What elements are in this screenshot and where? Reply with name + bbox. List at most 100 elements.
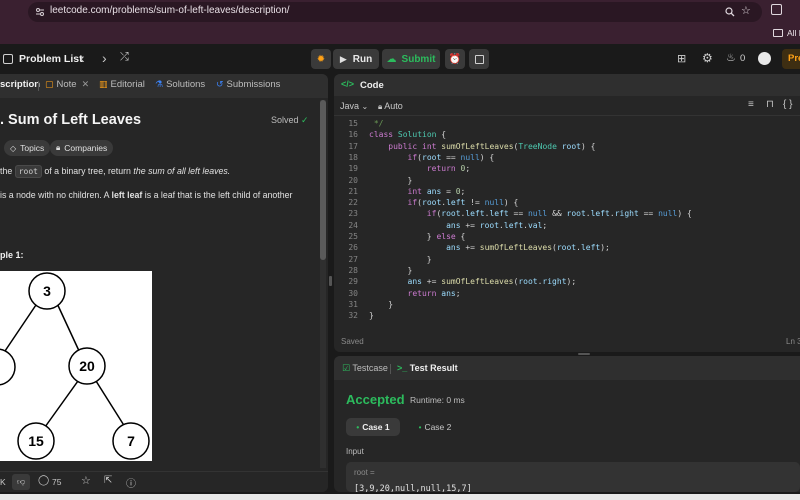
code-line[interactable]: 32} [334,310,800,321]
code-line[interactable]: 22 if(root.left != null) { [334,197,800,208]
desc-text: is a leaf that is the left child of anot… [144,190,293,200]
line-code: ans += sumOfLeftLeaves(root.left); [446,243,610,253]
line-code: } [369,265,413,275]
chevron-down-icon: ⌄ [361,102,369,111]
code-line[interactable]: 15 */ [334,118,800,129]
solved-label: Solved [271,115,299,125]
saved-status: Saved [341,337,364,346]
run-button[interactable]: ▶ Run [333,49,379,69]
case-1-button[interactable]: • Case 1 [346,418,400,436]
language-label: Java [340,101,360,111]
code-line[interactable]: 16 class Solution { [334,129,800,140]
star-icon[interactable]: ☆ [81,474,91,487]
tree-node-label: 20 [79,358,95,374]
line-code: public int sumOfLeftLeaves(TreeNode root… [388,141,596,151]
desc-emphasis: the sum of all left leaves. [133,166,231,176]
tab-testcase[interactable]: ☑ Testcase [342,363,388,374]
runtime-text: Runtime: 0 ms [410,395,465,405]
language-select[interactable]: Java ⌄ [340,101,368,111]
extensions-icon[interactable] [771,4,782,15]
next-problem-icon[interactable]: › [102,50,107,66]
line-number: 28 [348,265,358,275]
code-line[interactable]: 17 public int sumOfLeftLeaves(TreeNode r… [334,141,800,152]
problem-list-link[interactable]: Problem List [19,53,83,65]
submit-button[interactable]: ☁ Submit [382,49,440,69]
tab-description[interactable]: scription [0,79,40,90]
code-line[interactable]: 29 ans += sumOfLeftLeaves(root.right); [334,276,800,287]
help-icon[interactable]: ⓘ [126,475,136,490]
line-number: 21 [348,186,358,196]
format-icon[interactable]: ≡ [748,99,754,110]
comments-count[interactable]: 75 [52,477,61,487]
desc-text: of a binary tree, return [44,166,131,176]
code-line[interactable]: 25 } else { [334,231,800,242]
prev-problem-icon[interactable]: ‹ [80,50,85,66]
code-line[interactable]: 26 ans += sumOfLeftLeaves(root.left); [334,242,800,253]
code-line[interactable]: 23 if(root.left.left == null && root.lef… [334,208,800,219]
desc-text: the [0,166,13,176]
case-1-label: Case 1 [362,422,390,432]
premium-button[interactable]: Pre [782,49,800,69]
code-editor[interactable]: 15 */16 class Solution {17 public int sum… [334,118,800,328]
code-line[interactable]: 31 } [334,299,800,310]
description-tabs: scription ▢ Note ✕ ▥ Editorial ⚗ Solutio… [0,74,328,98]
input-box[interactable]: root = [3,9,20,null,null,15,7] [346,462,800,492]
code-line[interactable]: 18 if(root == null) { [334,152,800,163]
terminal-icon: >_ [397,363,408,373]
tab-note[interactable]: ▢ Note ✕ [45,79,89,90]
description-scrollbar[interactable] [320,100,326,468]
debug-button[interactable]: ✹ [311,49,331,69]
code-line[interactable]: 28 } [334,265,800,276]
auto-mode-toggle[interactable]: 🔒︎ Auto [378,101,403,112]
likes-count[interactable]: K [0,477,6,487]
topics-tag[interactable]: ◇ Topics [4,140,51,156]
horizontal-splitter[interactable] [578,353,590,355]
tab-solutions[interactable]: ⚗ Solutions [155,79,205,90]
timer-button[interactable]: ⏰ [445,49,465,69]
bookmark-icon[interactable]: ⊓ [766,99,774,110]
address-bar[interactable]: leetcode.com/problems/sum-of-left-leaves… [28,2,762,22]
site-info-icon[interactable] [35,7,45,17]
share-icon[interactable]: ⇱ [104,475,112,486]
line-code: ans += sumOfLeftLeaves(root.right); [407,277,577,287]
folder-icon[interactable] [773,29,783,37]
code-line[interactable]: 24 ans += root.left.val; [334,220,800,231]
notes-button[interactable] [469,49,489,69]
auto-label: Auto [384,101,403,111]
bottom-edge [0,494,800,500]
tab-description-label: scription [0,79,41,90]
settings-gear-icon[interactable]: ⚙ [702,51,713,65]
case-2-button[interactable]: • Case 2 [408,418,462,436]
url-text: leetcode.com/problems/sum-of-left-leaves… [50,5,290,16]
streak-flame-icon[interactable]: ♨ [726,51,736,64]
scrollbar-thumb[interactable] [320,100,326,260]
close-icon[interactable]: ✕ [82,79,90,90]
tab-editorial[interactable]: ▥ Editorial [99,79,145,90]
code-line[interactable]: 30 return ans; [334,288,800,299]
zoom-icon[interactable] [725,7,735,17]
code-line[interactable]: 19 return 0; [334,163,800,174]
code-line[interactable]: 21 int ans = 0; [334,186,800,197]
flask-icon: ⚗ [155,79,164,89]
braces-icon[interactable]: { } [783,99,792,110]
root-param-label: root = [354,468,375,477]
tab-submissions[interactable]: ↺ Submissions [216,79,280,90]
layout-grid-icon[interactable]: ⊞ [677,52,686,65]
example-tree-image: 3 20 15 7 [0,271,152,461]
shuffle-icon[interactable]: ⤮ [120,51,129,64]
code-line[interactable]: 27 } [334,254,800,265]
code-line[interactable]: 20 } [334,175,800,186]
top-nav: Problem List ‹ › ⤮ ✹ ▶ Run ☁ Submit ⏰ ⊞ … [0,44,800,74]
line-code: } [369,299,394,309]
dislike-button[interactable]: 👎︎ [12,474,30,490]
tab-test-result[interactable]: >_ Test Result [397,363,458,373]
panel-toggle-icon[interactable] [3,54,13,64]
code-panel: </> Code Java ⌄ 🔒︎ Auto ≡ ⊓ { } 15 */16 c… [334,74,800,352]
bookmark-star-icon[interactable]: ☆ [741,4,751,17]
vertical-splitter[interactable] [329,276,332,286]
companies-tag[interactable]: 🔒︎ Companies [50,140,114,156]
comment-icon[interactable]: ◯ [38,475,49,486]
line-number: 19 [348,164,358,174]
all-bookmarks-label[interactable]: All B [787,28,800,38]
avatar[interactable] [758,52,771,65]
